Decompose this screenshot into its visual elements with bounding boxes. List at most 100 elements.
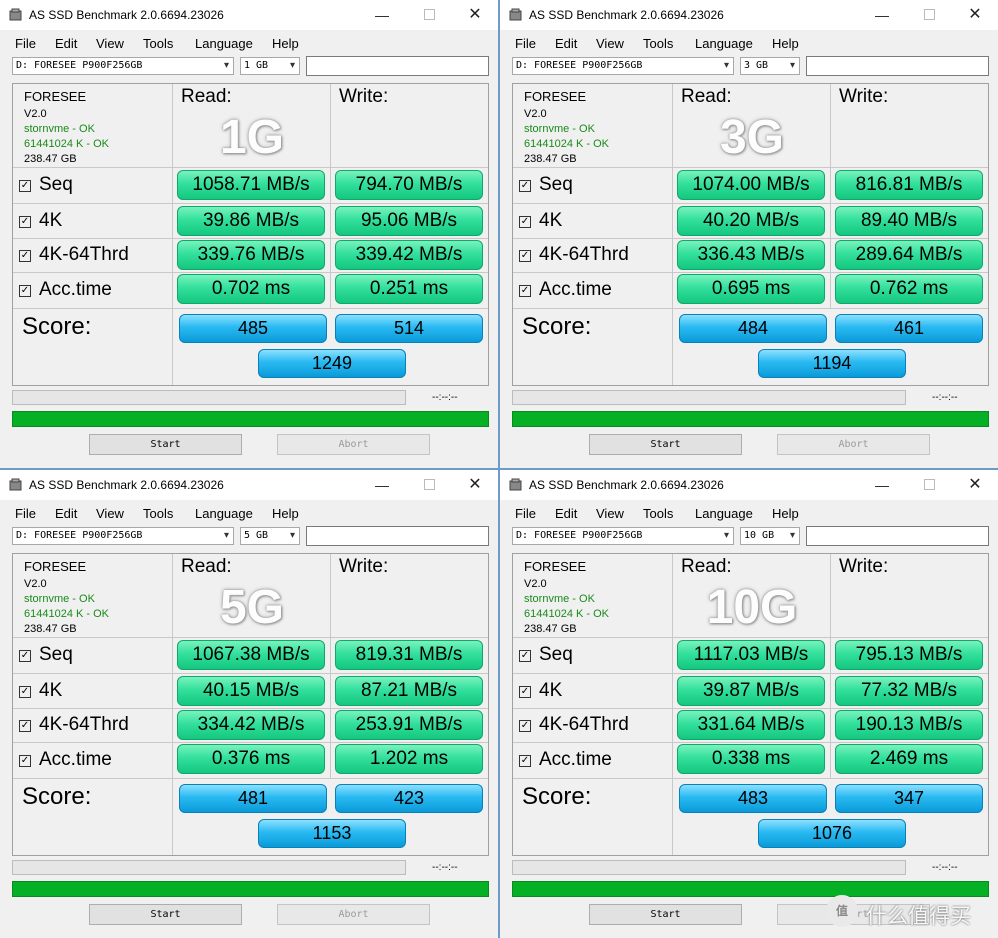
menu-file[interactable]: File bbox=[515, 36, 536, 51]
size-select[interactable]: 5 GB ▾ bbox=[240, 527, 300, 545]
menu-view[interactable]: View bbox=[596, 36, 624, 51]
4k64-row-label[interactable]: ✓ 4K-64Thrd bbox=[519, 244, 629, 266]
close-icon[interactable]: ✕ bbox=[465, 475, 485, 495]
size-select[interactable]: 3 GB ▾ bbox=[740, 57, 800, 75]
size-select[interactable]: 10 GB ▾ bbox=[740, 527, 800, 545]
checkbox-icon[interactable]: ✓ bbox=[19, 650, 31, 662]
close-icon[interactable]: ✕ bbox=[465, 5, 485, 25]
drive-select[interactable]: D: FORESEE P900F256GB ▾ bbox=[512, 57, 734, 75]
close-icon[interactable]: ✕ bbox=[965, 475, 985, 495]
title-bar[interactable]: AS SSD Benchmark 2.0.6694.23026 — ✕ bbox=[0, 0, 498, 30]
title-bar[interactable]: AS SSD Benchmark 2.0.6694.23026 — ✕ bbox=[500, 0, 998, 30]
acc-read-result: 0.338 ms bbox=[677, 744, 825, 774]
seq-row-label[interactable]: ✓ Seq bbox=[19, 644, 73, 666]
checkbox-icon[interactable]: ✓ bbox=[519, 650, 531, 662]
notes-input[interactable] bbox=[306, 56, 489, 76]
drive-select[interactable]: D: FORESEE P900F256GB ▾ bbox=[12, 527, 234, 545]
checkbox-icon[interactable]: ✓ bbox=[519, 250, 531, 262]
start-button[interactable]: Start bbox=[589, 434, 742, 455]
4k64-row-label[interactable]: ✓ 4K-64Thrd bbox=[19, 244, 129, 266]
menu-view[interactable]: View bbox=[96, 506, 124, 521]
menu-edit[interactable]: Edit bbox=[55, 36, 77, 51]
menu-view[interactable]: View bbox=[96, 36, 124, 51]
checkbox-icon[interactable]: ✓ bbox=[519, 180, 531, 192]
menu-language[interactable]: Language bbox=[695, 506, 753, 521]
title-bar[interactable]: AS SSD Benchmark 2.0.6694.23026 — ✕ bbox=[500, 470, 998, 500]
notes-input[interactable] bbox=[806, 526, 989, 546]
checkbox-icon[interactable]: ✓ bbox=[519, 720, 531, 732]
checkbox-icon[interactable]: ✓ bbox=[19, 285, 31, 297]
checkbox-icon[interactable]: ✓ bbox=[519, 216, 531, 228]
checkbox-icon[interactable]: ✓ bbox=[19, 250, 31, 262]
size-select[interactable]: 1 GB ▾ bbox=[240, 57, 300, 75]
checkbox-icon[interactable]: ✓ bbox=[519, 755, 531, 767]
close-icon[interactable]: ✕ bbox=[965, 5, 985, 25]
drive-firmware: V2.0 bbox=[24, 108, 47, 120]
maximize-icon[interactable] bbox=[919, 475, 939, 495]
acc-row-label[interactable]: ✓ Acc.time bbox=[19, 749, 112, 771]
abort-button[interactable]: Abort bbox=[277, 434, 430, 455]
menu-file[interactable]: File bbox=[15, 506, 36, 521]
acc-row-label[interactable]: ✓ Acc.time bbox=[519, 279, 612, 301]
maximize-icon[interactable] bbox=[419, 5, 439, 25]
menu-view[interactable]: View bbox=[596, 506, 624, 521]
4k-row-label[interactable]: ✓ 4K bbox=[519, 680, 562, 702]
minimize-icon[interactable]: — bbox=[872, 475, 892, 495]
maximize-icon[interactable] bbox=[919, 5, 939, 25]
checkbox-icon[interactable]: ✓ bbox=[19, 686, 31, 698]
menu-language[interactable]: Language bbox=[695, 36, 753, 51]
menu-help[interactable]: Help bbox=[772, 36, 799, 51]
drive-select[interactable]: D: FORESEE P900F256GB ▾ bbox=[12, 57, 234, 75]
minimize-icon[interactable]: — bbox=[372, 5, 392, 25]
start-button[interactable]: Start bbox=[89, 904, 242, 925]
menu-edit[interactable]: Edit bbox=[55, 506, 77, 521]
4k64-row-label[interactable]: ✓ 4K-64Thrd bbox=[519, 714, 629, 736]
checkbox-icon[interactable]: ✓ bbox=[19, 180, 31, 192]
menu-help[interactable]: Help bbox=[272, 36, 299, 51]
menu-tools[interactable]: Tools bbox=[143, 506, 173, 521]
checkbox-icon[interactable]: ✓ bbox=[519, 686, 531, 698]
seq-row-label[interactable]: ✓ Seq bbox=[519, 174, 573, 196]
maximize-icon[interactable] bbox=[419, 475, 439, 495]
seq-label: Seq bbox=[539, 174, 573, 195]
ssd-drive-icon bbox=[9, 8, 22, 21]
4k-row-label[interactable]: ✓ 4K bbox=[19, 210, 62, 232]
start-button[interactable]: Start bbox=[589, 904, 742, 925]
menu-help[interactable]: Help bbox=[272, 506, 299, 521]
seq-row-label[interactable]: ✓ Seq bbox=[519, 644, 573, 666]
abort-button[interactable]: Abort bbox=[777, 434, 930, 455]
ssd-drive-icon bbox=[9, 478, 22, 491]
acc-row-label[interactable]: ✓ Acc.time bbox=[519, 749, 612, 771]
driver-status: stornvme - OK bbox=[524, 593, 595, 605]
checkbox-icon[interactable]: ✓ bbox=[519, 285, 531, 297]
menu-help[interactable]: Help bbox=[772, 506, 799, 521]
menu-tools[interactable]: Tools bbox=[643, 506, 673, 521]
seq-row-label[interactable]: ✓ Seq bbox=[19, 174, 73, 196]
checkbox-icon[interactable]: ✓ bbox=[19, 755, 31, 767]
menu-file[interactable]: File bbox=[515, 506, 536, 521]
notes-input[interactable] bbox=[806, 56, 989, 76]
menu-file[interactable]: File bbox=[15, 36, 36, 51]
elapsed-time: --:--:-- bbox=[932, 392, 958, 403]
menu-tools[interactable]: Tools bbox=[143, 36, 173, 51]
abort-button[interactable]: Abort bbox=[277, 904, 430, 925]
4k-row-label[interactable]: ✓ 4K bbox=[519, 210, 562, 232]
acc-row-label[interactable]: ✓ Acc.time bbox=[19, 279, 112, 301]
minimize-icon[interactable]: — bbox=[372, 475, 392, 495]
4k-row-label[interactable]: ✓ 4K bbox=[19, 680, 62, 702]
menu-language[interactable]: Language bbox=[195, 506, 253, 521]
title-bar[interactable]: AS SSD Benchmark 2.0.6694.23026 — ✕ bbox=[0, 470, 498, 500]
menu-language[interactable]: Language bbox=[195, 36, 253, 51]
ssd-drive-icon bbox=[509, 478, 522, 491]
drive-select[interactable]: D: FORESEE P900F256GB ▾ bbox=[512, 527, 734, 545]
menu-tools[interactable]: Tools bbox=[643, 36, 673, 51]
minimize-icon[interactable]: — bbox=[872, 5, 892, 25]
start-button[interactable]: Start bbox=[89, 434, 242, 455]
seq-write-result: 795.13 MB/s bbox=[835, 640, 983, 670]
checkbox-icon[interactable]: ✓ bbox=[19, 216, 31, 228]
menu-edit[interactable]: Edit bbox=[555, 36, 577, 51]
4k64-row-label[interactable]: ✓ 4K-64Thrd bbox=[19, 714, 129, 736]
checkbox-icon[interactable]: ✓ bbox=[19, 720, 31, 732]
notes-input[interactable] bbox=[306, 526, 489, 546]
menu-edit[interactable]: Edit bbox=[555, 506, 577, 521]
